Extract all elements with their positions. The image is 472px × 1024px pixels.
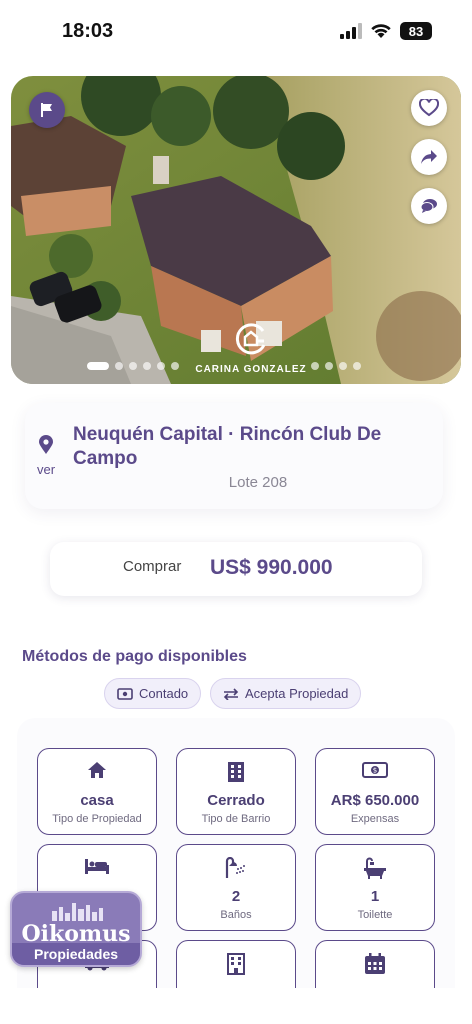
status-bar: 18:03 83 <box>0 0 472 64</box>
carousel-dot[interactable] <box>87 362 109 370</box>
battery-indicator: 83 <box>400 22 432 40</box>
feature-label: Expensas <box>350 813 400 825</box>
calendar-icon <box>365 953 385 974</box>
price-value: US$ 990.000 <box>210 556 333 579</box>
carousel-dot[interactable] <box>325 362 333 370</box>
cash-icon <box>117 687 133 700</box>
payment-chip-label: Contado <box>139 686 189 701</box>
carousel-dot[interactable] <box>339 362 347 370</box>
status-time: 18:03 <box>62 20 114 42</box>
feature-value: AR$ 650.000 <box>330 792 420 809</box>
carousel-dot[interactable] <box>129 362 137 370</box>
flag-button[interactable] <box>29 92 65 128</box>
bed-icon <box>85 859 109 874</box>
payment-chip-contado: Contado <box>104 678 202 709</box>
location-pin-icon <box>39 435 53 454</box>
carousel-dot[interactable] <box>143 362 151 370</box>
property-photo-carousel[interactable]: CARINA GONZALEZ <box>11 76 461 384</box>
bathtub-icon <box>364 857 386 879</box>
price-card: Comprar US$ 990.000 <box>50 542 422 596</box>
feature-toilette: 1 Toilette <box>315 844 435 931</box>
feature-tipo-barrio: Cerrado Tipo de Barrio <box>176 748 296 835</box>
city-skyline-icon <box>52 903 103 921</box>
feature-tipo-propiedad: casa Tipo de Propiedad <box>37 748 157 835</box>
feature-value: 1 <box>370 888 380 905</box>
feature-label: Tipo de Propiedad <box>52 813 142 825</box>
exchange-icon <box>223 687 239 700</box>
carousel-dot[interactable] <box>157 362 165 370</box>
chat-button[interactable] <box>411 188 447 224</box>
chat-icon <box>420 199 437 213</box>
home-icon <box>88 762 106 778</box>
building-icon <box>227 953 245 975</box>
feature-value: casa <box>80 792 114 809</box>
wifi-icon <box>371 24 391 38</box>
building-icon <box>228 762 244 782</box>
location-title: Neuquén Capital · Rincón Club De Campo <box>73 424 382 469</box>
features-panel: casa Tipo de Propiedad Cerrado Tipo de B… <box>17 718 455 1024</box>
heart-icon <box>419 99 439 117</box>
carousel-dots[interactable] <box>87 362 361 370</box>
shower-icon <box>225 857 245 878</box>
logo-subtitle: Propiedades <box>12 943 140 965</box>
feature-value: 2 <box>231 888 241 905</box>
share-button[interactable] <box>411 139 447 175</box>
feature-label: Toilette <box>357 909 393 921</box>
carousel-dot[interactable] <box>353 362 361 370</box>
watermark-logo-icon <box>235 323 266 355</box>
carousel-dot[interactable] <box>115 362 123 370</box>
location-subtitle: Lote 208 <box>228 474 288 491</box>
oikomus-logo[interactable]: Oikomus Propiedades <box>10 891 142 967</box>
map-link[interactable]: ver <box>31 435 61 477</box>
feature-label: Tipo de Barrio <box>201 813 271 825</box>
feature-expensas: $ AR$ 650.000 Expensas <box>315 748 435 835</box>
payment-chip-label: Acepta Propiedad <box>245 686 349 701</box>
payment-chip-acepta-propiedad: Acepta Propiedad <box>210 678 362 709</box>
feature-label: Baños <box>220 909 252 921</box>
status-icons: 83 <box>340 22 432 40</box>
share-icon <box>421 150 437 164</box>
signal-icon <box>340 23 362 39</box>
payment-methods-title: Métodos de pago disponibles <box>22 648 247 665</box>
svg-text:$: $ <box>373 767 377 775</box>
feature-value: Cerrado <box>207 792 265 809</box>
map-link-label[interactable]: ver <box>31 462 61 477</box>
operation-label: Comprar <box>123 558 182 575</box>
favorite-button[interactable] <box>411 90 447 126</box>
carousel-dot[interactable] <box>311 362 319 370</box>
location-card: ver Neuquén Capital · Rincón Club De Cam… <box>25 403 443 509</box>
money-icon: $ <box>362 762 388 778</box>
flag-icon <box>41 103 52 117</box>
carousel-dot[interactable] <box>171 362 179 370</box>
bottom-edge <box>0 988 472 1024</box>
feature-banos: 2 Baños <box>176 844 296 931</box>
